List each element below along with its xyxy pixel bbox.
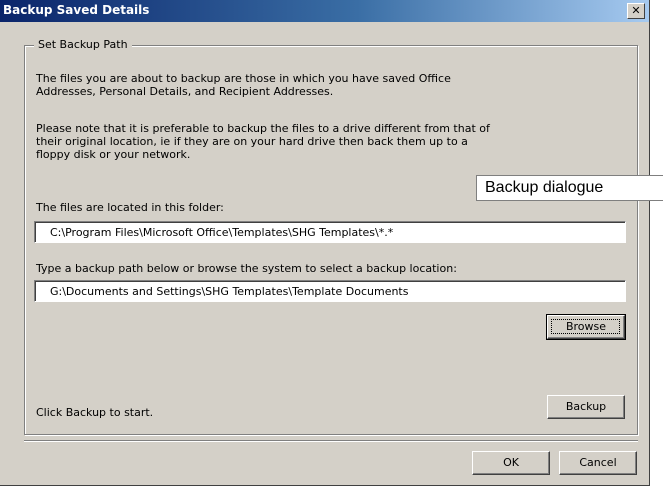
close-button[interactable]: ✕ <box>627 3 645 19</box>
backup-button[interactable]: Backup <box>547 395 625 419</box>
ok-button-label: OK <box>503 456 519 469</box>
intro-text: The files you are about to backup are th… <box>36 72 451 98</box>
cancel-button[interactable]: Cancel <box>559 451 637 475</box>
group-legend: Set Backup Path <box>34 38 132 51</box>
window-title: Backup Saved Details <box>3 3 150 17</box>
browse-button[interactable]: Browse <box>546 314 626 340</box>
title-bar[interactable]: Backup Saved Details ✕ <box>0 0 649 22</box>
ok-button[interactable]: OK <box>472 451 550 475</box>
source-folder-field[interactable]: C:\Program Files\Microsoft Office\Templa… <box>34 221 626 243</box>
note-text: Please note that it is preferable to bac… <box>36 122 490 161</box>
backup-path-label: Type a backup path below or browse the s… <box>36 262 457 275</box>
close-icon: ✕ <box>631 4 641 17</box>
backup-path-input[interactable]: G:\Documents and Settings\SHG Templates\… <box>34 280 626 302</box>
backup-button-label: Backup <box>565 400 607 413</box>
backup-dialog: Backup Saved Details ✕ Set Backup Path T… <box>0 0 650 486</box>
footer-separator <box>24 440 638 442</box>
annotation-callout: Backup dialogue <box>476 175 663 201</box>
focus-rect <box>551 319 620 334</box>
cancel-button-label: Cancel <box>579 456 617 469</box>
status-text: Click Backup to start. <box>36 406 154 419</box>
source-folder-label: The files are located in this folder: <box>36 201 224 214</box>
